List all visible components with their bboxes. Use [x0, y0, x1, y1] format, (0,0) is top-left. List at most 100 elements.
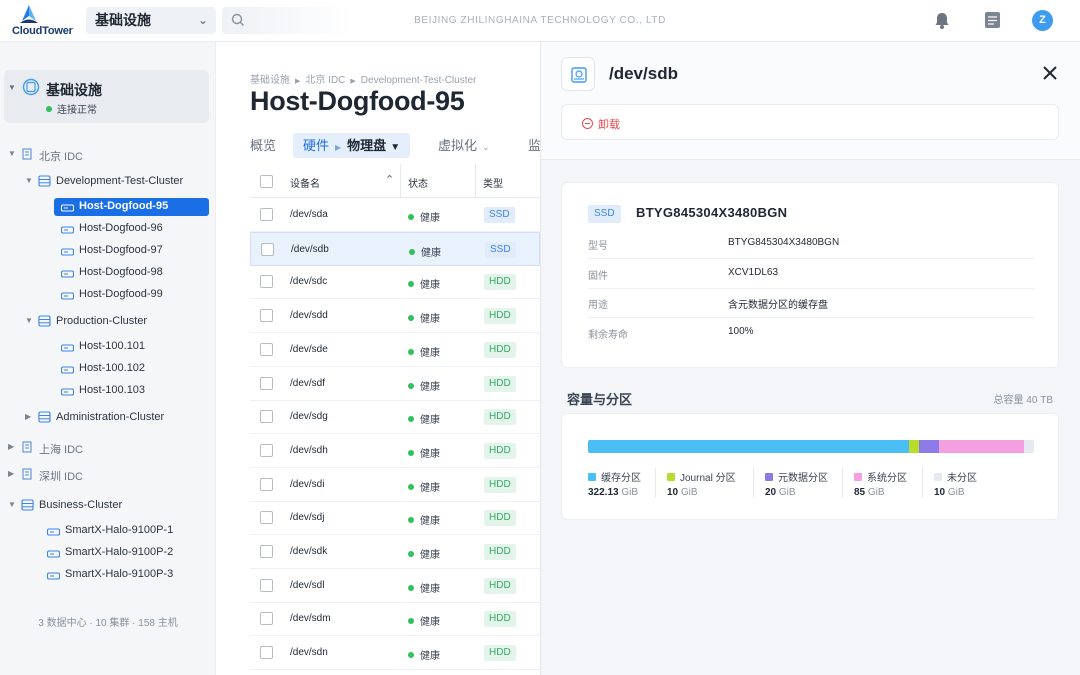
sidebar-item-host[interactable]: Host-100.102 [54, 360, 209, 378]
legend-label: Journal 分区 [680, 473, 736, 484]
table-row[interactable]: /dev/sdk 健康 HDD [250, 535, 540, 569]
caret-down-icon[interactable]: ▼ [8, 149, 16, 158]
row-checkbox[interactable] [260, 646, 273, 660]
row-checkbox[interactable] [260, 309, 273, 323]
row-checkbox[interactable] [260, 342, 273, 356]
table-row[interactable]: /dev/sdh 健康 HDD [250, 434, 540, 468]
status-dot [408, 416, 414, 423]
row-checkbox[interactable] [260, 578, 273, 592]
sidebar-item-host[interactable]: Host-Dogfood-96 [54, 220, 209, 238]
disk-state-text: 健康 [420, 213, 440, 224]
tab-overview[interactable]: 概览 [250, 133, 276, 158]
table-row[interactable]: /dev/sdi 健康 HDD [250, 468, 540, 502]
caret-right-icon[interactable]: ▶ [8, 469, 14, 478]
sidebar-item-host[interactable]: Host-Dogfood-97 [54, 242, 209, 260]
disk-state: 健康 [408, 276, 440, 291]
row-checkbox[interactable] [260, 477, 273, 491]
breadcrumb-item[interactable]: 北京 IDC [305, 75, 345, 86]
disk-type-badge: HDD [484, 308, 516, 325]
info-value: 含元数据分区的缓存盘 [728, 300, 828, 311]
tab-virtualization[interactable]: 虚拟化 ⌄ [438, 133, 490, 158]
tab-hardware[interactable]: 硬件 ▶ 物理盘 ▼ [293, 133, 411, 158]
disk-type-badge: HDD [484, 645, 516, 662]
disk-type-badge: SSD [485, 241, 516, 258]
host-icon [60, 365, 75, 377]
disk-type-badge: SSD [588, 205, 621, 223]
breadcrumb-item[interactable]: 基础设施 [250, 75, 290, 86]
table-row[interactable]: /dev/sdg 健康 HDD [250, 400, 540, 435]
column-header-type[interactable]: 类型 [483, 175, 503, 190]
disk-name: /dev/sdm [290, 613, 331, 625]
disk-state: 健康 [408, 479, 440, 494]
disk-type-badge: SSD [484, 207, 515, 223]
sidebar-root-infrastructure[interactable]: ▼ 基础设施 连接正常 [4, 70, 209, 123]
row-checkbox[interactable] [260, 545, 273, 558]
disk-name: /dev/sdg [290, 411, 328, 423]
task-list-icon[interactable] [984, 11, 1001, 29]
panel-header: /dev/sdb 卸载 [541, 42, 1080, 160]
sidebar-item-datacenter[interactable]: ▶ 深圳 IDC [8, 466, 208, 484]
tab-monitor[interactable]: 监 [528, 133, 540, 158]
table-row[interactable]: /dev/sdd 健康 HDD [250, 299, 540, 334]
sidebar-item-host[interactable]: Host-100.101 [54, 338, 209, 356]
table-row[interactable]: /dev/sdm 健康 HDD [250, 602, 540, 637]
caret-down-icon[interactable]: ▼ [25, 316, 33, 325]
row-checkbox[interactable] [260, 275, 273, 289]
table-row[interactable]: /dev/sda 健康 SSD [250, 198, 540, 232]
sidebar-item-datacenter[interactable]: ▼ 北京 IDC [8, 146, 208, 164]
caret-right-icon[interactable]: ▶ [25, 412, 31, 421]
capacity-segment[interactable] [1024, 440, 1034, 453]
row-checkbox[interactable] [260, 376, 273, 390]
column-header-name[interactable]: 设备名 [290, 175, 320, 190]
row-checkbox[interactable] [260, 511, 273, 525]
disk-state-text: 健康 [420, 381, 440, 393]
user-avatar[interactable]: Z [1032, 10, 1053, 31]
close-icon[interactable] [1041, 64, 1059, 82]
disk-detail-panel: /dev/sdb 卸载 SSD BTYG845304X3480BGN 型号 BTY… [540, 42, 1080, 675]
sidebar-item-host[interactable]: SmartX-Halo-9100P-1 [40, 522, 208, 540]
sidebar-item-cluster[interactable]: ▼ Development-Test-Cluster [25, 173, 208, 191]
sidebar-item-host[interactable]: Host-Dogfood-98 [54, 264, 209, 282]
sidebar-item-cluster[interactable]: ▶ Administration-Cluster [25, 409, 208, 427]
sidebar-item-host[interactable]: SmartX-Halo-9100P-3 [40, 566, 208, 584]
capacity-segment[interactable] [588, 440, 910, 453]
row-checkbox[interactable] [261, 242, 274, 256]
breadcrumb-item[interactable]: Development-Test-Cluster [361, 75, 477, 86]
table-row[interactable]: /dev/sdl 健康 HDD [250, 569, 540, 603]
sidebar-item-host[interactable]: Host-Dogfood-99 [54, 286, 209, 304]
connection-status: 连接正常 [46, 101, 97, 116]
table-row[interactable]: /dev/sdf 健康 HDD [250, 367, 540, 401]
sidebar-item-cluster[interactable]: ▼ Business-Cluster [8, 497, 208, 515]
table-row[interactable]: /dev/sdj 健康 HDD [250, 501, 540, 536]
column-header-state[interactable]: 状态 [408, 175, 428, 190]
unmount-button[interactable]: 卸载 [582, 116, 620, 132]
sidebar-item-host[interactable]: Host-Dogfood-95 [54, 198, 209, 216]
table-row[interactable]: /dev/sde 健康 HDD [250, 333, 540, 367]
caret-down-icon[interactable]: ▼ [8, 83, 16, 92]
sidebar-item-host[interactable]: Host-100.103 [54, 382, 209, 400]
select-all-checkbox[interactable] [260, 175, 273, 188]
row-checkbox[interactable] [260, 612, 273, 626]
sidebar-item-host[interactable]: SmartX-Halo-9100P-2 [40, 544, 208, 562]
row-checkbox[interactable] [260, 443, 273, 457]
legend-item: Journal 分区 10 GiB [667, 469, 736, 498]
sort-ascending-icon[interactable]: ⌃ [385, 173, 394, 186]
bell-icon[interactable] [933, 11, 951, 30]
table-row[interactable]: /dev/sdn 健康 HDD [250, 636, 540, 671]
info-value: XCV1DL63 [728, 266, 779, 278]
caret-down-icon[interactable]: ▼ [8, 500, 16, 509]
sidebar-item-cluster[interactable]: ▼ Production-Cluster [25, 313, 208, 331]
capacity-segment[interactable] [939, 440, 1025, 453]
row-checkbox[interactable] [260, 208, 273, 221]
caret-down-icon[interactable]: ▼ [25, 176, 33, 185]
legend-label: 系统分区 [867, 473, 907, 484]
caret-right-icon[interactable]: ▶ [8, 442, 14, 451]
table-row[interactable]: /dev/sdb 健康 SSD [250, 231, 540, 266]
capacity-segment[interactable] [909, 440, 920, 453]
disk-type-badge: HDD [484, 611, 516, 628]
row-checkbox[interactable] [260, 410, 273, 424]
table-row[interactable]: /dev/sdc 健康 HDD [250, 265, 540, 300]
sidebar-item-datacenter[interactable]: ▶ 上海 IDC [8, 439, 208, 457]
capacity-segment[interactable] [919, 440, 940, 453]
disk-icon-box [561, 57, 595, 91]
